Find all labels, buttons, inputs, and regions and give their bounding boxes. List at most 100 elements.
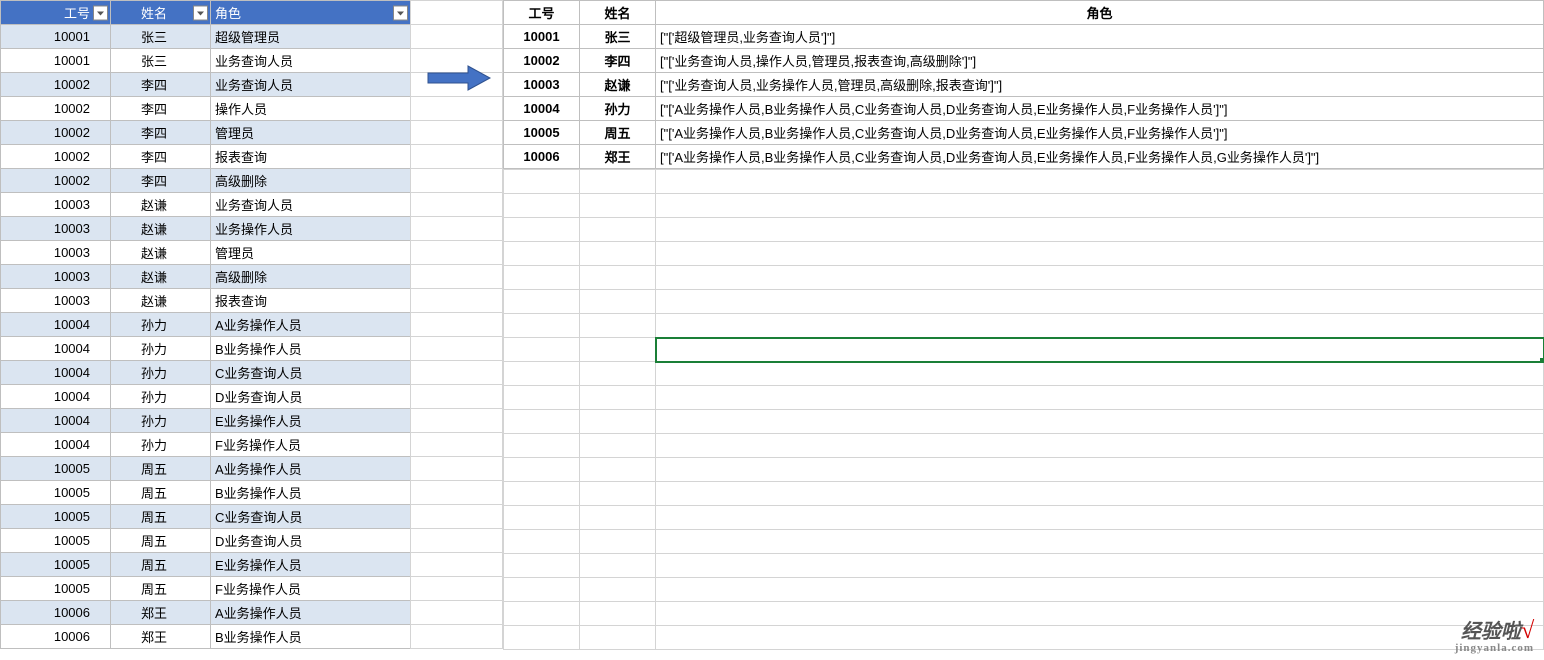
table-row[interactable]: 10004孙力C业务查询人员: [1, 361, 411, 385]
table-row[interactable]: 10004孙力["['A业务操作人员,B业务操作人员,C业务查询人员,D业务查询…: [504, 97, 1544, 121]
cell-name[interactable]: 李四: [111, 121, 211, 145]
cell-role[interactable]: ["['A业务操作人员,B业务操作人员,C业务查询人员,D业务查询人员,E业务操…: [656, 145, 1544, 169]
empty-cell[interactable]: [411, 409, 503, 433]
empty-cell[interactable]: [411, 145, 503, 169]
table-row[interactable]: 10005周五E业务操作人员: [1, 553, 411, 577]
cell-name[interactable]: 赵谦: [111, 241, 211, 265]
cell-id[interactable]: 10004: [1, 409, 111, 433]
empty-cell[interactable]: [411, 169, 503, 193]
cell-name[interactable]: 孙力: [111, 409, 211, 433]
cell-name[interactable]: 李四: [111, 97, 211, 121]
cell-id[interactable]: 10005: [1, 481, 111, 505]
empty-cell[interactable]: [504, 194, 580, 218]
cell-name[interactable]: 赵谦: [111, 265, 211, 289]
table-row[interactable]: 10006郑王["['A业务操作人员,B业务操作人员,C业务查询人员,D业务查询…: [504, 145, 1544, 169]
cell-name[interactable]: 李四: [580, 49, 656, 73]
cell-id[interactable]: 10003: [1, 289, 111, 313]
cell-role[interactable]: 管理员: [211, 241, 411, 265]
cell-name[interactable]: 张三: [111, 25, 211, 49]
cell-name[interactable]: 李四: [111, 145, 211, 169]
cell-id[interactable]: 10001: [1, 25, 111, 49]
table-row[interactable]: 10005周五B业务操作人员: [1, 481, 411, 505]
col-header-role[interactable]: 角色: [656, 1, 1544, 25]
empty-cell[interactable]: [411, 577, 503, 601]
table-row[interactable]: 10002李四高级删除: [1, 169, 411, 193]
cell-id[interactable]: 10002: [1, 73, 111, 97]
cell-role[interactable]: 业务操作人员: [211, 217, 411, 241]
empty-cell[interactable]: [580, 290, 656, 314]
cell-role[interactable]: ["['超级管理员,业务查询人员']"]: [656, 25, 1544, 49]
cell-role[interactable]: 报表查询: [211, 289, 411, 313]
empty-cell[interactable]: [504, 506, 580, 530]
cell-name[interactable]: 周五: [111, 457, 211, 481]
cell-role[interactable]: ["['A业务操作人员,B业务操作人员,C业务查询人员,D业务查询人员,E业务操…: [656, 121, 1544, 145]
cell-id[interactable]: 10005: [1, 505, 111, 529]
empty-cell[interactable]: [656, 410, 1544, 434]
cell-name[interactable]: 周五: [111, 505, 211, 529]
table-row[interactable]: 10003赵谦业务操作人员: [1, 217, 411, 241]
empty-cell[interactable]: [580, 410, 656, 434]
empty-cell[interactable]: [656, 458, 1544, 482]
cell-name[interactable]: 孙力: [111, 433, 211, 457]
cell-name[interactable]: 赵谦: [111, 289, 211, 313]
cell-name[interactable]: 周五: [111, 553, 211, 577]
empty-cell[interactable]: [411, 457, 503, 481]
table-row[interactable]: 10002李四业务查询人员: [1, 73, 411, 97]
col-header-id[interactable]: 工号: [1, 1, 111, 25]
empty-cell[interactable]: [580, 482, 656, 506]
cell-role[interactable]: 报表查询: [211, 145, 411, 169]
empty-cell[interactable]: [656, 386, 1544, 410]
empty-cell[interactable]: [656, 218, 1544, 242]
empty-cell[interactable]: [411, 601, 503, 625]
empty-cell[interactable]: [580, 554, 656, 578]
cell-role[interactable]: E业务操作人员: [211, 553, 411, 577]
cell-role[interactable]: 高级删除: [211, 265, 411, 289]
cell-name[interactable]: 周五: [111, 481, 211, 505]
cell-name[interactable]: 李四: [111, 73, 211, 97]
cell-role[interactable]: B业务操作人员: [211, 481, 411, 505]
cell-role[interactable]: C业务查询人员: [211, 505, 411, 529]
empty-cell[interactable]: [411, 289, 503, 313]
empty-cell[interactable]: [656, 626, 1544, 650]
cell-id[interactable]: 10002: [504, 49, 580, 73]
empty-cell[interactable]: [580, 362, 656, 386]
filter-icon[interactable]: [193, 5, 208, 20]
empty-cell[interactable]: [411, 313, 503, 337]
table-row[interactable]: 10003赵谦["['业务查询人员,业务操作人员,管理员,高级删除,报表查询']…: [504, 73, 1544, 97]
table-row[interactable]: 10005周五["['A业务操作人员,B业务操作人员,C业务查询人员,D业务查询…: [504, 121, 1544, 145]
table-row[interactable]: 10004孙力B业务操作人员: [1, 337, 411, 361]
cell-id[interactable]: 10003: [504, 73, 580, 97]
cell-role[interactable]: ["['A业务操作人员,B业务操作人员,C业务查询人员,D业务查询人员,E业务操…: [656, 97, 1544, 121]
cell-role[interactable]: A业务操作人员: [211, 313, 411, 337]
empty-cell[interactable]: [504, 338, 580, 362]
cell-id[interactable]: 10004: [1, 337, 111, 361]
empty-cell[interactable]: [411, 217, 503, 241]
cell-role[interactable]: F业务操作人员: [211, 433, 411, 457]
table-row[interactable]: 10003赵谦业务查询人员: [1, 193, 411, 217]
empty-cell[interactable]: [580, 602, 656, 626]
cell-id[interactable]: 10003: [1, 193, 111, 217]
col-header-name[interactable]: 姓名: [580, 1, 656, 25]
cell-id[interactable]: 10006: [1, 601, 111, 625]
table-row[interactable]: 10005周五A业务操作人员: [1, 457, 411, 481]
table-row[interactable]: 10003赵谦高级删除: [1, 265, 411, 289]
table-row[interactable]: 10002李四报表查询: [1, 145, 411, 169]
cell-name[interactable]: 郑王: [111, 601, 211, 625]
cell-name[interactable]: 李四: [111, 169, 211, 193]
table-row[interactable]: 10004孙力F业务操作人员: [1, 433, 411, 457]
cell-role[interactable]: 超级管理员: [211, 25, 411, 49]
cell-role[interactable]: B业务操作人员: [211, 625, 411, 649]
cell-id[interactable]: 10004: [1, 433, 111, 457]
cell-name[interactable]: 孙力: [111, 385, 211, 409]
empty-cell[interactable]: [504, 170, 580, 194]
empty-cell[interactable]: [411, 193, 503, 217]
table-row[interactable]: 10001张三["['超级管理员,业务查询人员']"]: [504, 25, 1544, 49]
table-row[interactable]: 10004孙力A业务操作人员: [1, 313, 411, 337]
empty-cell[interactable]: [656, 266, 1544, 290]
cell-id[interactable]: 10006: [1, 625, 111, 649]
empty-cell[interactable]: [504, 314, 580, 338]
empty-cell[interactable]: [504, 410, 580, 434]
empty-cell[interactable]: [504, 482, 580, 506]
empty-cell[interactable]: [656, 290, 1544, 314]
table-row[interactable]: 10002李四["['业务查询人员,操作人员,管理员,报表查询,高级删除']"]: [504, 49, 1544, 73]
